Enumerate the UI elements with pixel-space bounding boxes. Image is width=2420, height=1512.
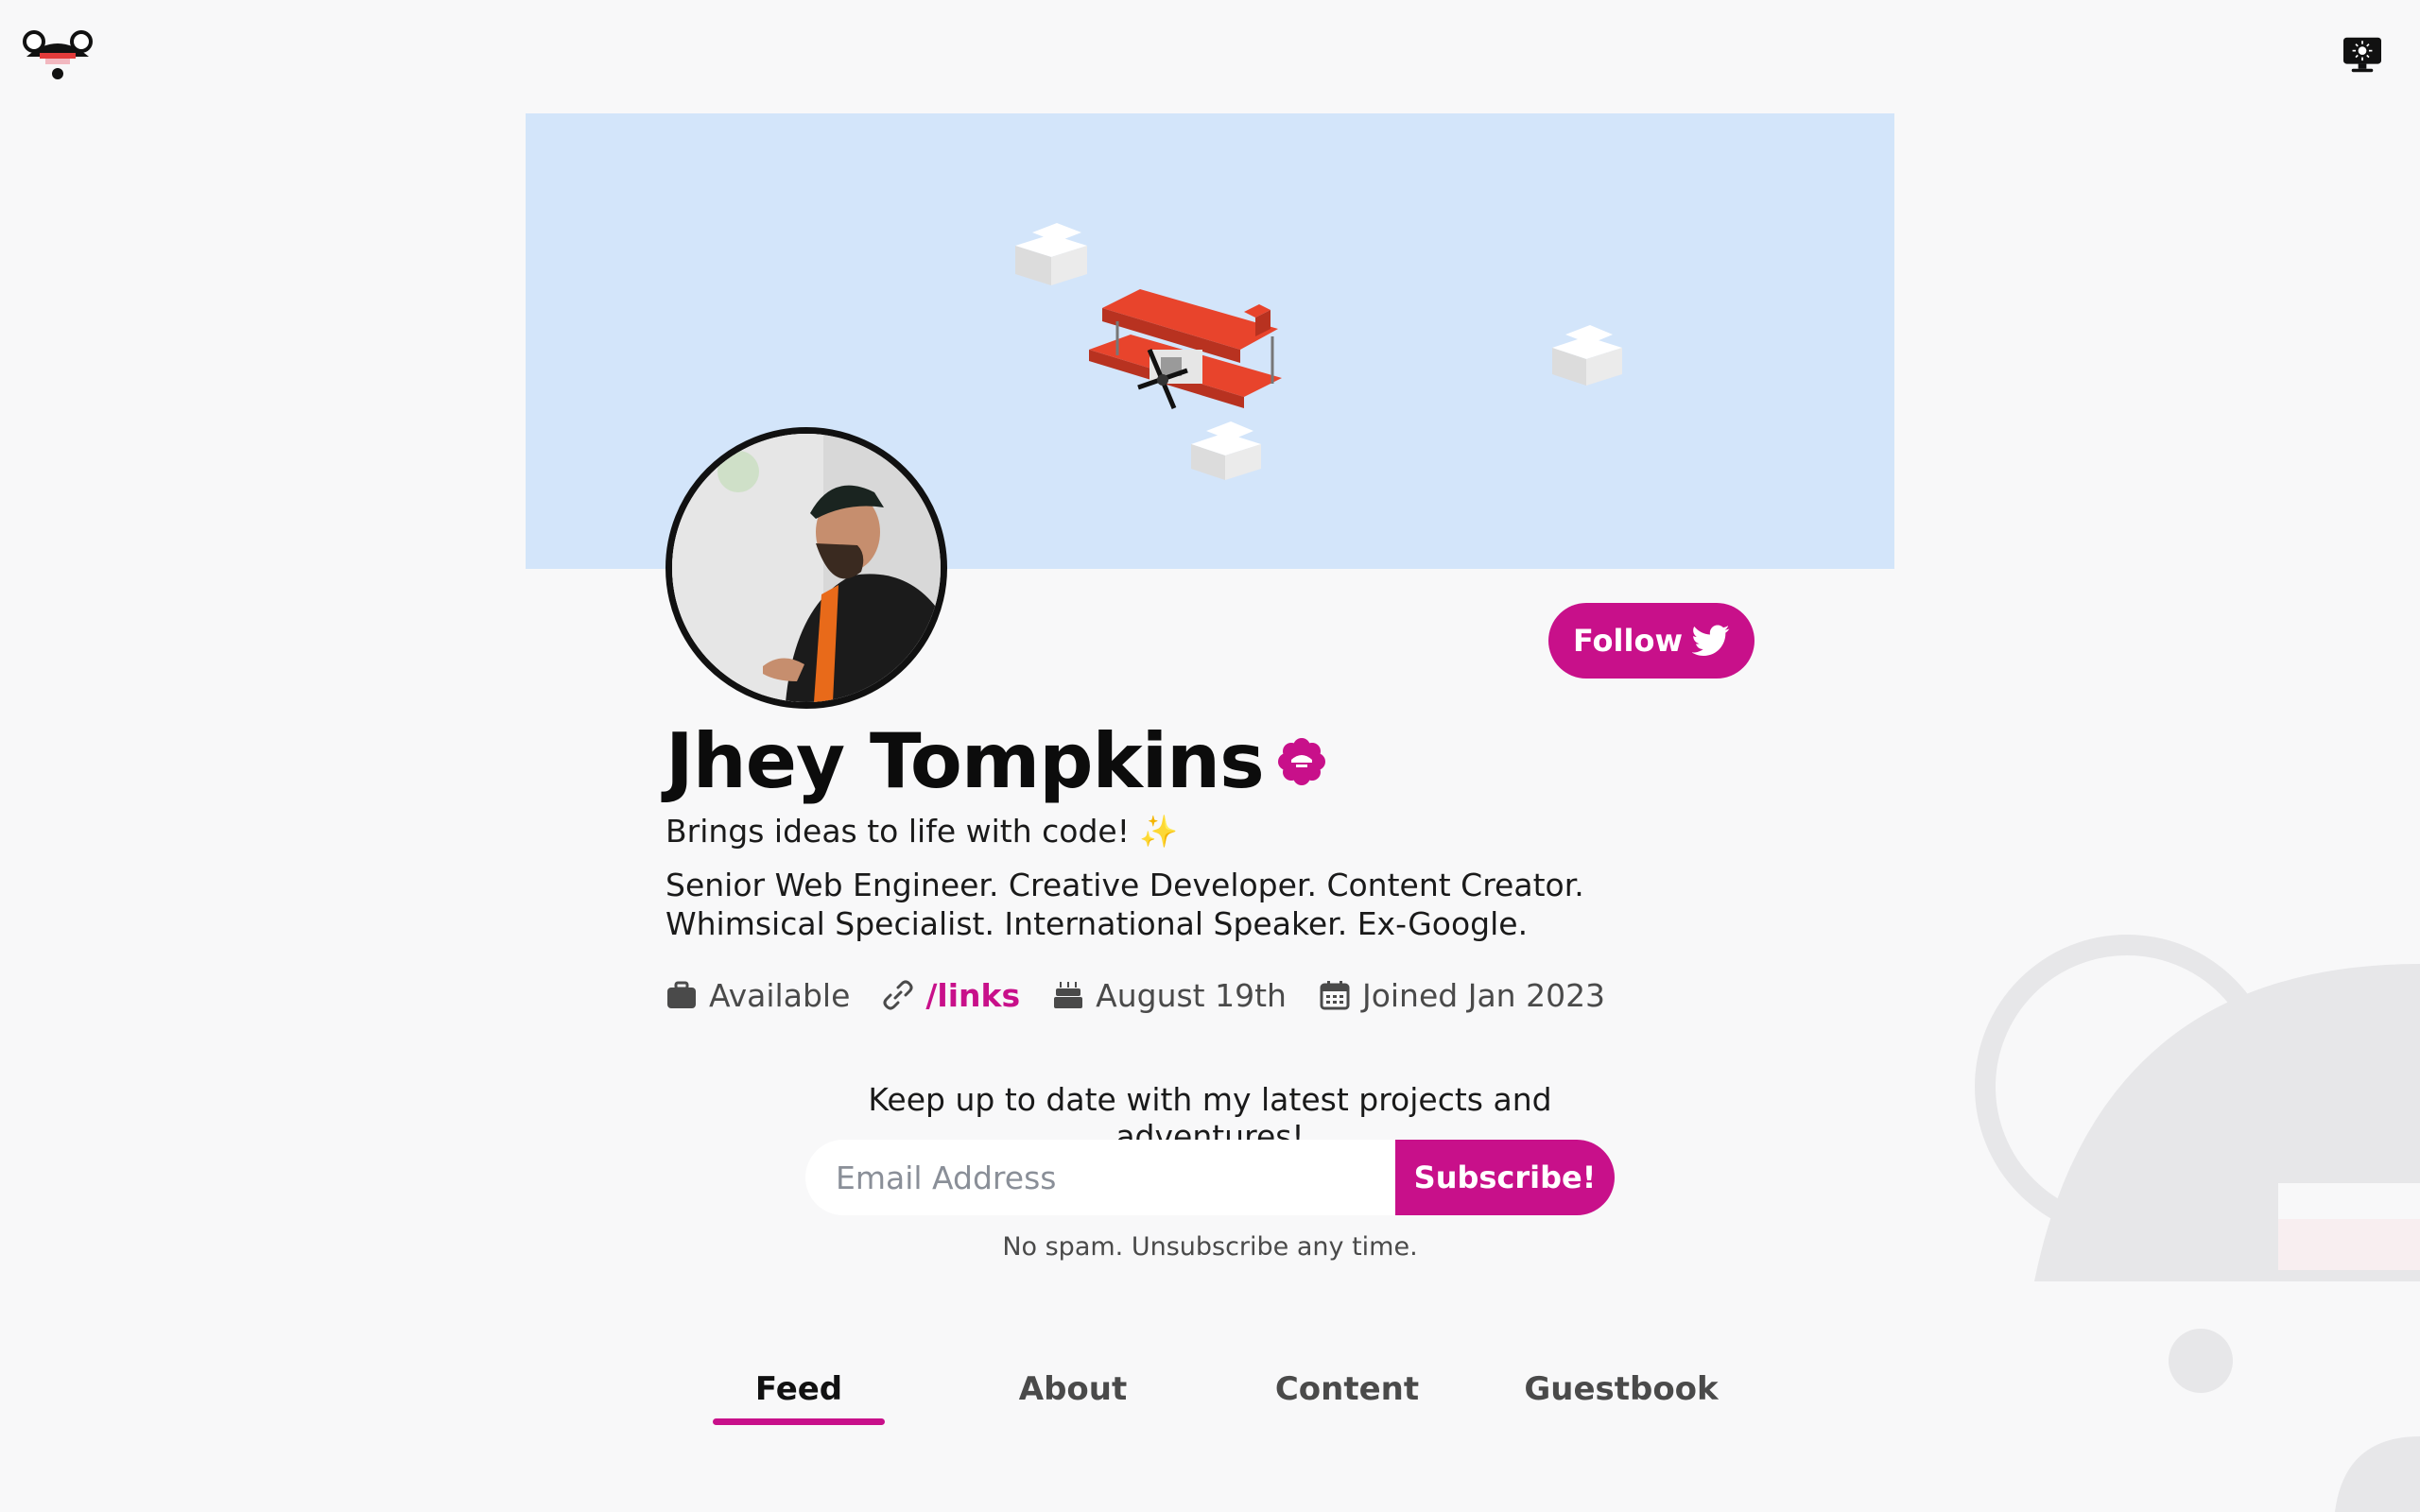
person-photo-illustration (672, 434, 941, 702)
cake-icon (1054, 982, 1083, 1008)
tab-content[interactable]: Content (1210, 1361, 1484, 1418)
tab-about[interactable]: About (936, 1361, 1210, 1418)
subscribe-button[interactable]: Subscribe! (1395, 1140, 1615, 1215)
profile-avatar (666, 427, 947, 709)
meta-status-text: Available (709, 976, 851, 1014)
newsletter-disclaimer: No spam. Unsubscribe any time. (1002, 1232, 1418, 1262)
profile-tabs: Feed About Content Guestbook (662, 1361, 1758, 1436)
profile-bio: Senior Web Engineer. Creative Developer.… (666, 867, 1584, 942)
meta-status: Available (666, 977, 850, 1014)
email-input[interactable] (805, 1140, 1397, 1215)
twitter-bird-icon (1692, 625, 1730, 656)
cloud-icon (1015, 223, 1087, 285)
meta-joined-text: Joined Jan 2023 (1361, 976, 1606, 1014)
biplane-icon (1089, 289, 1282, 409)
tab-guestbook[interactable]: Guestbook (1484, 1361, 1758, 1418)
meta-link[interactable]: /links (882, 977, 1020, 1014)
bear-background-decoration (1975, 935, 2420, 1512)
calendar-icon (1320, 981, 1350, 1010)
meta-birthday: August 19th (1052, 977, 1287, 1014)
verified-badge-icon (1277, 738, 1325, 785)
links-page-link[interactable]: /links (925, 977, 1020, 1014)
follow-button[interactable]: Follow (1548, 603, 1754, 679)
link-chain-icon (883, 980, 913, 1010)
cloud-icon (1552, 325, 1622, 386)
follow-label: Follow (1572, 623, 1684, 659)
briefcase-icon (667, 981, 696, 1008)
meta-birthday-text: August 19th (1096, 976, 1287, 1014)
profile-tagline: Brings ideas to life with code! ✨ (666, 813, 1179, 850)
profile-meta: Available /links August 19th Joined Jan … (666, 973, 1605, 1017)
tab-feed[interactable]: Feed (662, 1361, 936, 1425)
cloud-icon (1191, 421, 1261, 480)
profile-name-row: Jhey Tompkins (666, 716, 1326, 807)
monitor-sun-icon (2343, 37, 2381, 72)
bear-logo-icon[interactable] (23, 30, 93, 81)
theme-toggle-button[interactable] (2339, 34, 2386, 77)
meta-joined: Joined Jan 2023 (1319, 977, 1605, 1014)
profile-name: Jhey Tompkins (666, 717, 1265, 805)
